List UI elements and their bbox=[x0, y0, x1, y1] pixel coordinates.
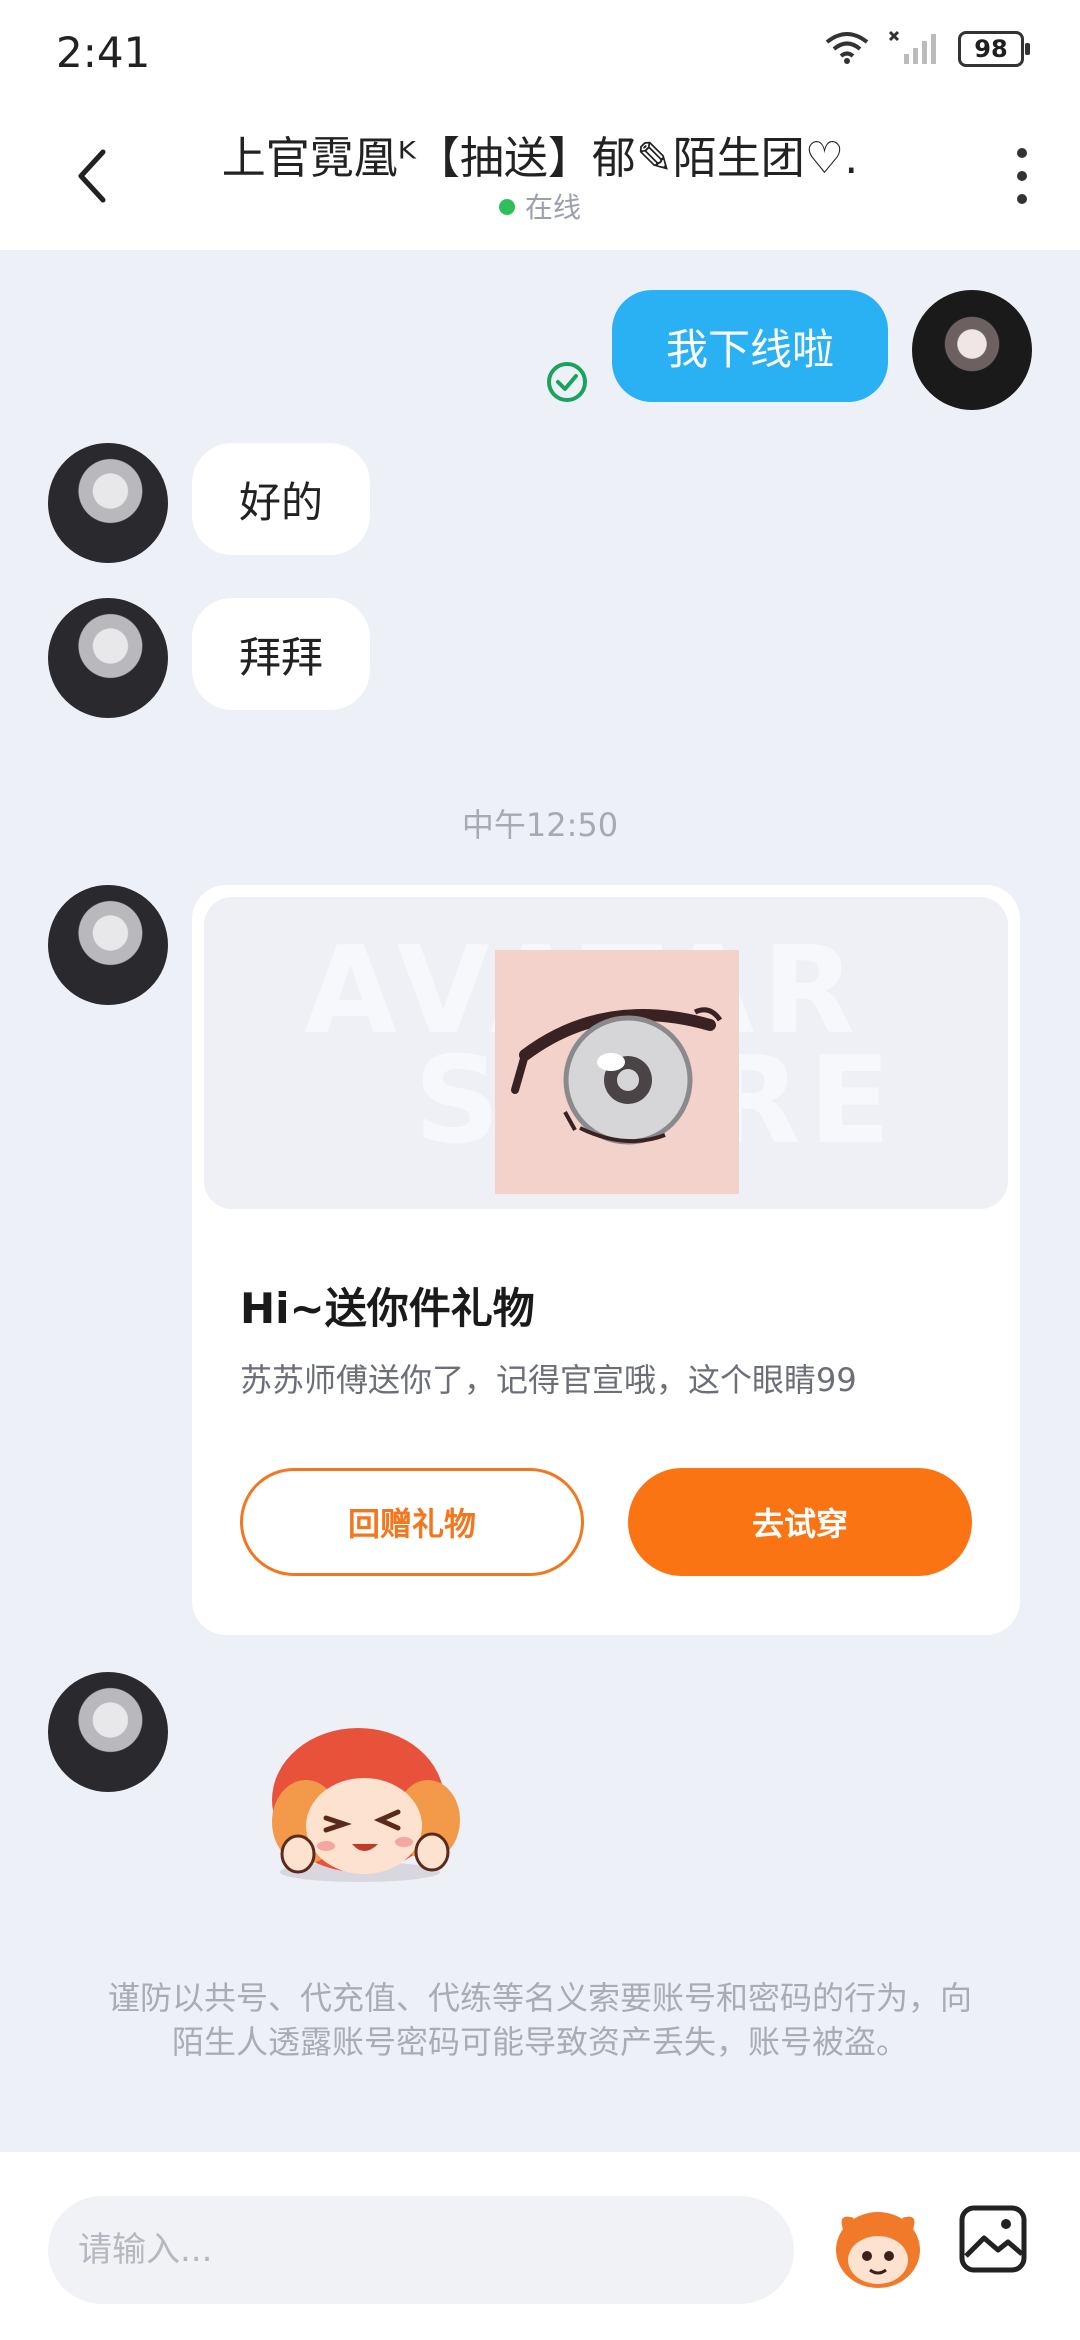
sticker-message[interactable] bbox=[248, 1700, 488, 1890]
try-on-button[interactable]: 去试穿 bbox=[628, 1468, 972, 1576]
message-bubble-received[interactable]: 好的 bbox=[192, 443, 370, 555]
message-bubble-sent[interactable]: 我下线啦 bbox=[612, 290, 888, 402]
more-dot bbox=[1017, 194, 1027, 204]
gift-eye-image bbox=[495, 950, 739, 1194]
read-check-icon bbox=[547, 362, 587, 402]
battery-icon: 98 bbox=[958, 31, 1030, 67]
status-icons: 98 bbox=[824, 30, 1030, 68]
return-gift-button[interactable]: 回赠礼物 bbox=[240, 1468, 584, 1576]
contact-avatar[interactable] bbox=[48, 1672, 168, 1792]
status-time: 2:41 bbox=[56, 28, 151, 77]
more-dot bbox=[1017, 148, 1027, 158]
image-picker-icon[interactable] bbox=[958, 2204, 1028, 2274]
online-dot-icon bbox=[498, 199, 515, 215]
gift-title: Hi~送你件礼物 bbox=[240, 1284, 535, 1333]
time-separator: 中午12:50 bbox=[461, 806, 619, 844]
gift-card[interactable]: AVATAR STORE Hi~送你件礼物 苏苏师傅送你了，记得官宣哦，这个眼睛… bbox=[192, 885, 1020, 1635]
safety-notice: 谨防以共号、代充值、代练等名义索要账号和密码的行为，向陌生人透露账号密码可能导致… bbox=[107, 1979, 972, 2061]
message-input[interactable] bbox=[48, 2196, 794, 2304]
sticker-picker-icon[interactable] bbox=[830, 2198, 926, 2294]
more-dot bbox=[1017, 171, 1027, 181]
gift-message: 苏苏师傅送你了，记得官宣哦，这个眼睛99 bbox=[240, 1361, 857, 1399]
message-bubble-received[interactable]: 拜拜 bbox=[192, 598, 370, 710]
eye-icon bbox=[511, 1007, 723, 1145]
chat-header: 2:41 98 上官霓凰ᴷ【抽送】郁✎陌生团♡. 在线 bbox=[0, 0, 1080, 250]
contact-avatar[interactable] bbox=[48, 598, 168, 718]
composer-bar bbox=[0, 2152, 1080, 2340]
gift-banner: AVATAR STORE bbox=[204, 897, 1008, 1209]
presence-status: 在线 bbox=[0, 186, 1080, 226]
contact-avatar[interactable] bbox=[48, 443, 168, 563]
wifi-icon bbox=[824, 30, 870, 68]
signal-icon bbox=[888, 30, 940, 68]
more-options-button[interactable] bbox=[1010, 148, 1034, 204]
my-avatar[interactable] bbox=[912, 290, 1032, 410]
chat-title[interactable]: 上官霓凰ᴷ【抽送】郁✎陌生团♡. bbox=[210, 122, 870, 186]
presence-label: 在线 bbox=[524, 191, 581, 224]
contact-avatar[interactable] bbox=[48, 885, 168, 1005]
